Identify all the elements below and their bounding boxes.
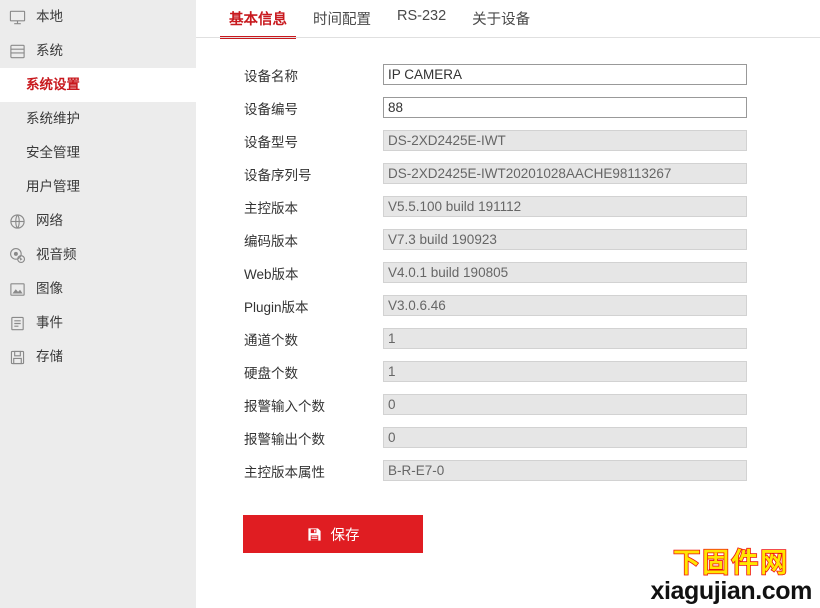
tab-bar: 基本信息 时间配置 RS-232 关于设备 <box>196 0 820 39</box>
form-row: Web版本 <box>196 256 820 289</box>
save-button-label: 保存 <box>330 527 360 544</box>
sidebar-item-4[interactable]: 安全管理 <box>0 136 196 170</box>
form-input <box>383 229 747 250</box>
form-row: 设备名称 <box>196 58 820 91</box>
sidebar-item-label: 事件 <box>36 314 63 330</box>
form-input <box>383 394 747 415</box>
system-icon <box>8 42 26 60</box>
form-label: 设备编号 <box>244 101 298 117</box>
form-input <box>383 295 747 316</box>
form-input <box>383 130 747 151</box>
form-row: 编码版本 <box>196 223 820 256</box>
sidebar-item-9[interactable]: 事件 <box>0 306 196 340</box>
tab-label: 关于设备 <box>472 12 531 28</box>
sidebar-item-label: 视音频 <box>36 246 77 262</box>
sidebar-item-label: 存储 <box>36 348 63 364</box>
form-input <box>383 163 747 184</box>
form-input <box>383 196 747 217</box>
image-icon <box>8 280 26 298</box>
form-row: 主控版本属性 <box>196 454 820 487</box>
form-label: 设备型号 <box>244 134 298 150</box>
form-label: 主控版本 <box>244 200 298 216</box>
event-icon <box>8 314 26 332</box>
form-input[interactable] <box>383 64 747 85</box>
watermark-chinese-text: 下固件网 <box>672 548 790 579</box>
sidebar-item-5[interactable]: 用户管理 <box>0 170 196 204</box>
form-input <box>383 262 747 283</box>
tab-label: 基本信息 <box>229 12 287 28</box>
form-row: 设备序列号 <box>196 157 820 190</box>
form-row: Plugin版本 <box>196 289 820 322</box>
sidebar-item-label: 安全管理 <box>26 144 80 160</box>
sidebar-item-label: 系统设置 <box>26 76 80 92</box>
sidebar-item-0[interactable]: 本地 <box>0 0 196 34</box>
sidebar-item-6[interactable]: 网络 <box>0 204 196 238</box>
tab-3[interactable]: 关于设备 <box>459 0 543 39</box>
form-label: 设备序列号 <box>244 167 312 183</box>
form-row: 报警输出个数 <box>196 421 820 454</box>
tab-1[interactable]: 时间配置 <box>300 0 384 39</box>
sidebar-item-8[interactable]: 图像 <box>0 272 196 306</box>
tab-label: 时间配置 <box>313 12 371 28</box>
sidebar-navigation: 本地系统系统设置系统维护安全管理用户管理网络视音频图像事件存储 <box>0 0 196 608</box>
sidebar-item-7[interactable]: 视音频 <box>0 238 196 272</box>
form-label: 设备名称 <box>244 68 298 84</box>
form-row: 硬盘个数 <box>196 355 820 388</box>
tab-0[interactable]: 基本信息 <box>216 0 300 39</box>
form-row: 通道个数 <box>196 322 820 355</box>
form-label: 报警输出个数 <box>244 431 325 447</box>
sidebar-item-1[interactable]: 系统 <box>0 34 196 68</box>
form-label: 通道个数 <box>244 332 298 348</box>
save-button[interactable]: 保存 <box>243 515 423 553</box>
sidebar-item-2[interactable]: 系统设置 <box>0 68 196 102</box>
form-label: 主控版本属性 <box>244 464 325 480</box>
network-icon <box>8 212 26 230</box>
form-input <box>383 460 747 481</box>
form-label: 编码版本 <box>244 233 298 249</box>
save-floppy-icon <box>307 527 321 541</box>
sidebar-item-3[interactable]: 系统维护 <box>0 102 196 136</box>
form-input <box>383 427 747 448</box>
tab-divider <box>196 37 820 38</box>
form-input <box>383 328 747 349</box>
sidebar-item-label: 本地 <box>36 8 63 24</box>
form-label: Plugin版本 <box>244 299 309 315</box>
watermark-domain-text: xiagujian.com <box>650 577 812 605</box>
form-label: 硬盘个数 <box>244 365 298 381</box>
sidebar-item-label: 用户管理 <box>26 178 80 194</box>
tab-label: RS-232 <box>397 8 447 24</box>
device-info-form: 设备名称设备编号设备型号设备序列号主控版本编码版本 Web版本 Plugin版本通道… <box>196 38 820 487</box>
tab-2[interactable]: RS-232 <box>384 0 459 34</box>
device-info-page: 本地系统系统设置系统维护安全管理用户管理网络视音频图像事件存储 基本信息 时间配置… <box>0 0 820 608</box>
sidebar-item-label: 图像 <box>36 280 63 296</box>
form-input <box>383 361 747 382</box>
main-content: 基本信息 时间配置 RS-232 关于设备 设备名称设备编号设备型号设备序列号主控版本… <box>196 0 820 608</box>
sidebar-item-label: 系统维护 <box>26 110 80 126</box>
form-row: 设备编号 <box>196 91 820 124</box>
form-input[interactable] <box>383 97 747 118</box>
sidebar-item-label: 网络 <box>36 212 63 228</box>
form-label: Web版本 <box>244 266 299 282</box>
monitor-icon <box>8 8 26 26</box>
sidebar-item-label: 系统 <box>36 42 63 58</box>
sidebar-item-10[interactable]: 存储 <box>0 340 196 374</box>
form-row: 主控版本 <box>196 190 820 223</box>
save-button-container: 保存 <box>196 487 820 553</box>
storage-icon <box>8 348 26 366</box>
video-icon <box>8 246 26 264</box>
form-row: 设备型号 <box>196 124 820 157</box>
form-row: 报警输入个数 <box>196 388 820 421</box>
site-watermark: 下固件网 xiagujian.com <box>650 548 812 605</box>
form-label: 报警输入个数 <box>244 398 325 414</box>
